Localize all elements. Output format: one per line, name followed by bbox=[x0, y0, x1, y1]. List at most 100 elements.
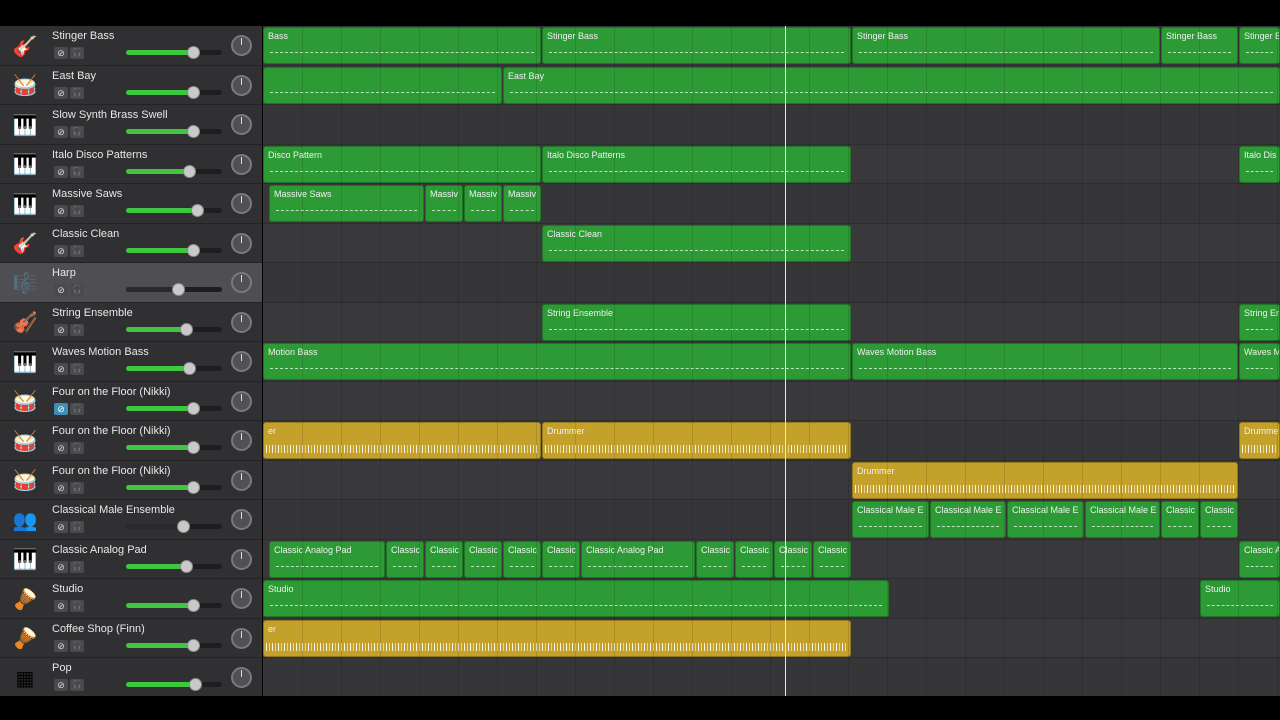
volume-slider[interactable] bbox=[126, 401, 222, 415]
track-header[interactable]: 🎹 Classic Analog Pad ⊘ 🎧 bbox=[0, 539, 262, 579]
volume-slider[interactable] bbox=[126, 678, 222, 691]
track-header[interactable]: 🎹 Massive Saws ⊘ 🎧 bbox=[0, 184, 262, 224]
track-lane[interactable]: er Drummer Drumme bbox=[263, 421, 1280, 461]
track-name[interactable]: Classical Male Ensemble bbox=[52, 504, 175, 516]
mute-button[interactable]: ⊘ bbox=[54, 126, 68, 138]
track-name[interactable]: Slow Synth Brass Swell bbox=[52, 109, 168, 121]
volume-thumb[interactable] bbox=[183, 362, 197, 375]
midi-region[interactable]: Classical Male E bbox=[852, 501, 929, 538]
midi-region[interactable]: Waves Motion Bass bbox=[852, 343, 1238, 380]
mute-button[interactable]: ⊘ bbox=[54, 323, 68, 336]
volume-slider[interactable] bbox=[126, 599, 222, 612]
volume-slider[interactable] bbox=[126, 85, 222, 99]
pan-knob[interactable] bbox=[231, 74, 252, 96]
midi-region[interactable]: Classic Clean bbox=[542, 224, 851, 262]
track-header[interactable]: 🥁 Four on the Floor (Nikki) ⊘ 🎧 bbox=[0, 460, 262, 500]
volume-thumb[interactable] bbox=[187, 401, 201, 415]
midi-region[interactable]: Italo Dis bbox=[1239, 145, 1280, 183]
volume-thumb[interactable] bbox=[189, 678, 203, 691]
pan-knob[interactable] bbox=[231, 430, 252, 451]
drummer-region[interactable]: er bbox=[263, 422, 541, 459]
midi-region[interactable]: Classic A bbox=[1239, 540, 1280, 578]
track-header[interactable]: 🪘 Coffee Shop (Finn) ⊘ 🎧 bbox=[0, 618, 262, 658]
volume-slider[interactable] bbox=[126, 204, 222, 217]
track-name[interactable]: Classic Analog Pad bbox=[52, 544, 147, 556]
volume-thumb[interactable] bbox=[187, 46, 201, 59]
headphones-solo-button[interactable]: 🎧 bbox=[70, 481, 84, 494]
mute-button[interactable]: ⊘ bbox=[54, 639, 68, 652]
track-lane[interactable] bbox=[263, 263, 1280, 303]
volume-slider[interactable] bbox=[126, 480, 222, 494]
midi-region[interactable]: Classical Male E bbox=[1085, 501, 1160, 538]
mute-button[interactable]: ⊘ bbox=[54, 521, 68, 533]
midi-region[interactable]: Classic bbox=[813, 540, 851, 578]
track-header[interactable]: 🥁 East Bay ⊘ 🎧 bbox=[0, 65, 262, 105]
drummer-region[interactable]: er bbox=[263, 619, 851, 657]
headphones-solo-button[interactable]: 🎧 bbox=[70, 639, 84, 652]
mute-button[interactable]: ⊘ bbox=[54, 363, 68, 375]
midi-region[interactable]: Massive Saws bbox=[269, 185, 424, 222]
track-header[interactable]: 🎹 Italo Disco Patterns ⊘ 🎧 bbox=[0, 144, 262, 184]
track-name[interactable]: Stinger Bass bbox=[52, 30, 114, 42]
volume-slider[interactable] bbox=[126, 441, 222, 454]
midi-region[interactable]: Classic bbox=[735, 540, 773, 578]
track-header[interactable]: 🥁 Four on the Floor (Nikki) ⊘ 🎧 bbox=[0, 381, 262, 421]
headphones-solo-button[interactable]: 🎧 bbox=[70, 284, 84, 296]
track-lane[interactable] bbox=[263, 658, 1280, 696]
track-name[interactable]: Four on the Floor (Nikki) bbox=[52, 386, 171, 398]
volume-slider[interactable] bbox=[126, 322, 222, 336]
volume-thumb[interactable] bbox=[176, 520, 190, 533]
volume-slider[interactable] bbox=[126, 638, 222, 652]
midi-region[interactable]: Classic bbox=[1161, 501, 1199, 538]
pan-knob[interactable] bbox=[231, 667, 252, 688]
pan-knob[interactable] bbox=[231, 311, 252, 333]
drummer-region[interactable]: Drummer bbox=[852, 461, 1238, 499]
midi-region[interactable]: Stinger Bass bbox=[852, 27, 1160, 64]
track-lane[interactable]: Massive Saws Massiv Massiv Massiv bbox=[263, 184, 1280, 224]
track-header[interactable]: 🎹 Slow Synth Brass Swell ⊘ 🎧 bbox=[0, 105, 262, 145]
midi-region[interactable]: Stinger Bass bbox=[542, 27, 851, 64]
volume-slider[interactable] bbox=[126, 46, 222, 59]
track-name[interactable]: Waves Motion Bass bbox=[52, 346, 149, 358]
track-name[interactable]: Four on the Floor (Nikki) bbox=[52, 425, 171, 437]
track-header[interactable]: 🎸 Classic Clean ⊘ 🎧 bbox=[0, 223, 262, 263]
track-name[interactable]: East Bay bbox=[52, 70, 96, 82]
headphones-solo-button[interactable]: 🎧 bbox=[70, 244, 84, 257]
pan-knob[interactable] bbox=[231, 232, 252, 254]
track-lane[interactable]: East Bay bbox=[263, 65, 1280, 105]
midi-region[interactable]: String En bbox=[1239, 303, 1280, 341]
headphones-solo-button[interactable]: 🎧 bbox=[70, 679, 84, 691]
mute-button[interactable]: ⊘ bbox=[54, 86, 68, 99]
pan-knob[interactable] bbox=[231, 35, 252, 56]
mute-button[interactable]: ⊘ bbox=[54, 205, 68, 217]
pan-knob[interactable] bbox=[231, 351, 252, 372]
track-name[interactable]: Massive Saws bbox=[52, 188, 122, 200]
pan-knob[interactable] bbox=[231, 272, 252, 293]
mute-button[interactable]: ⊘ bbox=[54, 481, 68, 494]
midi-region[interactable]: Studio bbox=[1200, 580, 1280, 617]
track-header[interactable]: 🎼 Harp ⊘ 🎧 bbox=[0, 263, 262, 303]
track-name[interactable]: Classic Clean bbox=[52, 228, 119, 240]
track-lane[interactable]: Motion Bass Waves Motion Bass Waves Mo bbox=[263, 342, 1280, 382]
volume-slider[interactable] bbox=[126, 283, 222, 296]
midi-region[interactable]: Classic Analog Pad bbox=[269, 540, 385, 578]
midi-region[interactable]: Studio bbox=[263, 580, 889, 617]
headphones-solo-button[interactable]: 🎧 bbox=[70, 363, 84, 375]
midi-region[interactable]: Classic bbox=[774, 540, 812, 578]
volume-thumb[interactable] bbox=[179, 322, 193, 336]
headphones-solo-button[interactable]: 🎧 bbox=[70, 205, 84, 217]
pan-knob[interactable] bbox=[231, 390, 252, 412]
headphones-solo-button[interactable]: 🎧 bbox=[70, 47, 84, 59]
track-name[interactable]: Four on the Floor (Nikki) bbox=[52, 465, 171, 477]
track-name[interactable]: Coffee Shop (Finn) bbox=[52, 623, 145, 635]
midi-region[interactable]: Italo Disco Patterns bbox=[542, 145, 851, 183]
midi-region[interactable]: Classic Analog Pad bbox=[581, 540, 695, 578]
volume-slider[interactable] bbox=[126, 559, 222, 573]
tracks-timeline[interactable]: Bass Stinger Bass Stinger Bass Stinger Bass… bbox=[263, 26, 1280, 696]
headphones-solo-button[interactable]: 🎧 bbox=[70, 126, 84, 138]
mute-button[interactable]: ⊘ bbox=[54, 679, 68, 691]
track-lane[interactable] bbox=[263, 105, 1280, 145]
headphones-solo-button[interactable]: 🎧 bbox=[70, 86, 84, 99]
drummer-region[interactable]: Drummer bbox=[542, 422, 851, 459]
midi-region[interactable]: Classical Male E bbox=[930, 501, 1006, 538]
